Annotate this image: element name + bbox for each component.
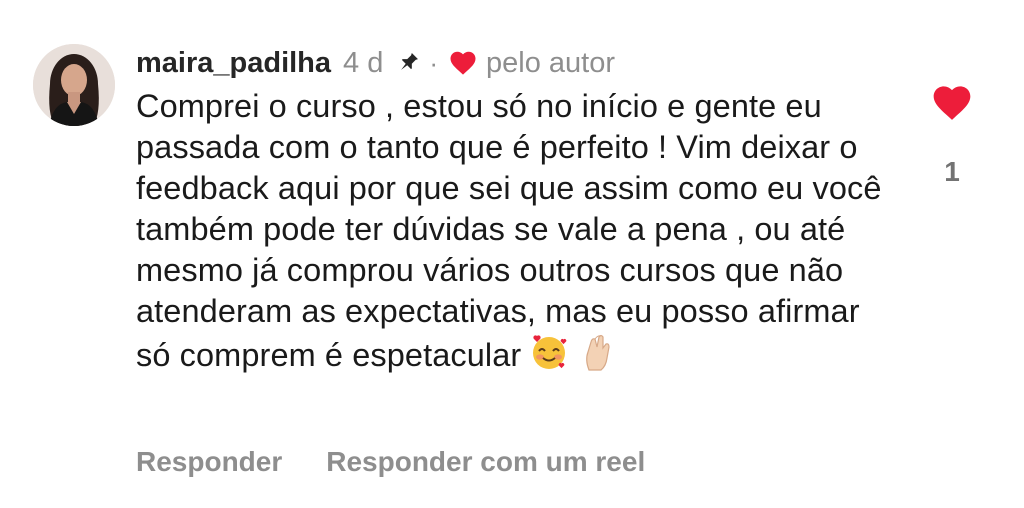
timestamp: 4 d <box>343 46 384 79</box>
username[interactable]: maira_padilha <box>136 47 331 80</box>
comment: maira_padilha 4 d · pelo autor Comprei o… <box>0 0 1024 508</box>
pinched-fingers-icon <box>577 332 617 372</box>
separator-dot: · <box>429 47 439 78</box>
like-heart-icon[interactable] <box>930 80 974 122</box>
like-count[interactable]: 1 <box>928 156 976 188</box>
pin-icon <box>395 50 421 76</box>
avatar[interactable] <box>33 44 115 126</box>
comment-text: Comprei o curso , estou só no início e g… <box>136 86 896 376</box>
smiling-face-with-hearts-icon <box>529 332 569 372</box>
comment-actions: Responder Responder com um reel <box>136 446 645 478</box>
comment-body: maira_padilha 4 d · pelo autor Comprei o… <box>136 44 896 376</box>
liked-by-author-label: pelo autor <box>486 46 616 79</box>
heart-icon <box>448 48 478 78</box>
reply-button[interactable]: Responder <box>136 446 282 478</box>
comment-text-content: Comprei o curso , estou só no início e g… <box>136 88 882 373</box>
comment-like-column: 1 <box>928 80 976 188</box>
comment-meta: maira_padilha 4 d · pelo autor <box>136 44 896 82</box>
reply-with-reel-button[interactable]: Responder com um reel <box>326 446 645 478</box>
